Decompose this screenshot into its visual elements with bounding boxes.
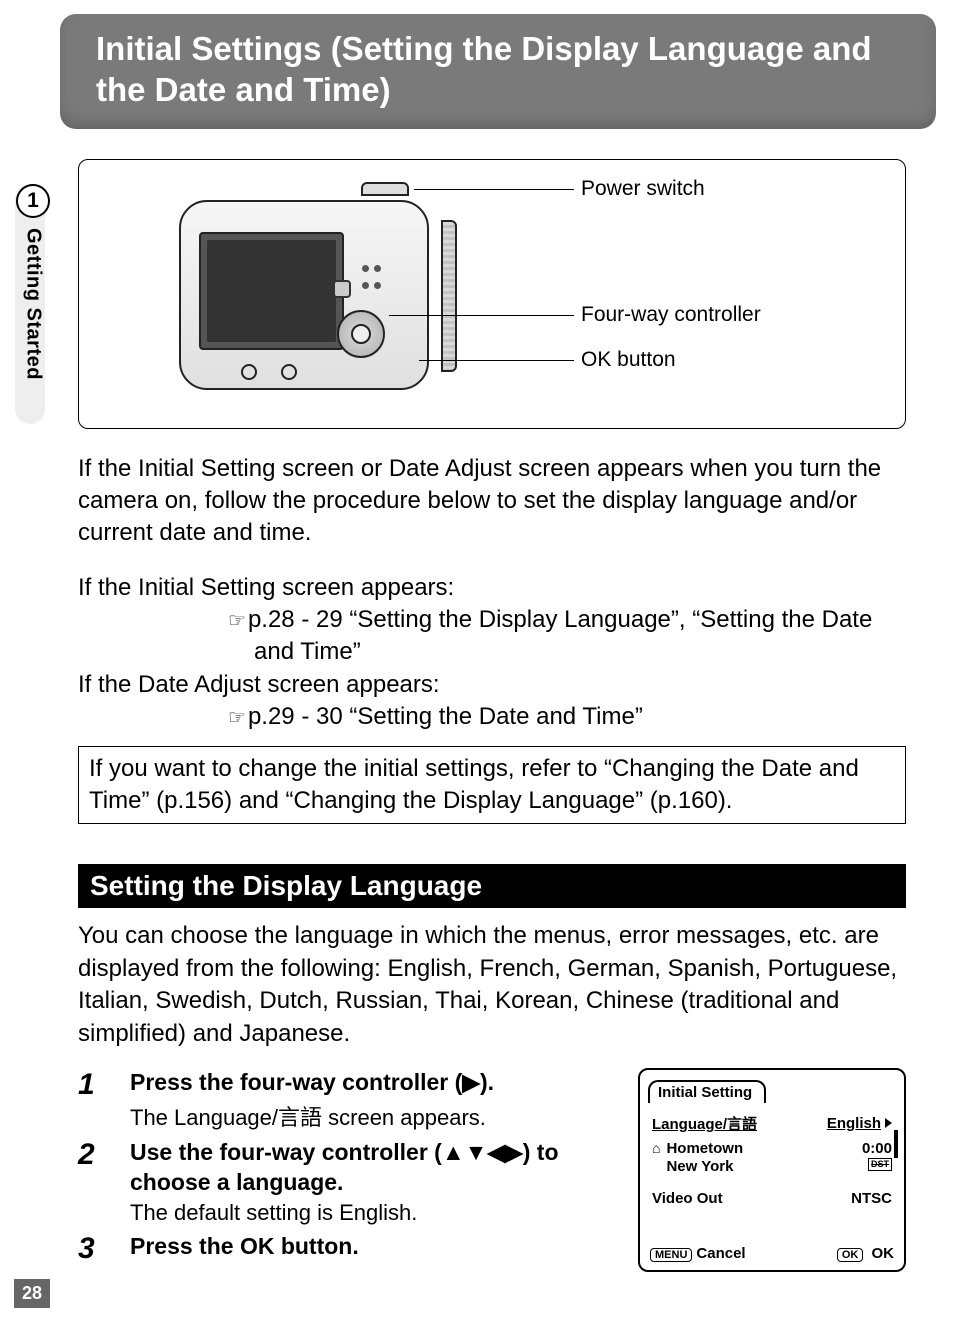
callout-ok-button: OK button — [581, 348, 676, 372]
four-way-controller-icon — [337, 310, 385, 358]
chapter-number-badge: 1 — [16, 184, 50, 218]
intro-if1: If the Initial Setting screen appears: — [78, 572, 906, 604]
home-icon: ⌂ — [652, 1140, 660, 1156]
reference-icon — [228, 606, 248, 633]
callout-line — [389, 315, 574, 316]
page-title: Initial Settings (Setting the Display La… — [96, 30, 872, 108]
camera-diagram: Power switch Four-way controller OK butt… — [78, 159, 906, 429]
step-number: 2 — [78, 1138, 106, 1226]
triangle-right-icon — [885, 1118, 892, 1128]
lcd-hometown-city: New York — [666, 1158, 743, 1176]
step-sub: The default setting is English. — [130, 1200, 620, 1226]
step-1: 1 Press the four-way controller (▶). The… — [78, 1068, 620, 1132]
lcd-screenshot: Initial Setting Language/言語 English ⌂ Ho… — [638, 1068, 906, 1272]
ok-button-icon: OK — [837, 1248, 864, 1262]
step-title: Press the OK button. — [130, 1232, 620, 1262]
intro-ref2: p.29 - 30 “Setting the Date and Time” — [228, 701, 906, 733]
lcd-video-label: Video Out — [652, 1190, 723, 1207]
lcd-hometown-time: 0:00 — [862, 1140, 892, 1158]
lcd-ok: OK OK — [837, 1245, 894, 1262]
note-box: If you want to change the initial settin… — [78, 746, 906, 825]
side-tab: 1 Getting Started — [12, 184, 54, 380]
step-title: Use the four-way controller (▲▼◀▶) to ch… — [130, 1138, 620, 1198]
lcd-hometown-label: Hometown — [666, 1140, 743, 1158]
intro-paragraph: If the Initial Setting screen or Date Ad… — [78, 453, 906, 550]
reference-icon — [228, 703, 248, 730]
callout-line — [419, 360, 574, 361]
intro-if2: If the Date Adjust screen appears: — [78, 669, 906, 701]
step-title: Press the four-way controller (▶). — [130, 1068, 620, 1098]
camera-illustration — [179, 190, 449, 400]
page-title-bar: Initial Settings (Setting the Display La… — [60, 14, 936, 129]
callout-line — [414, 189, 574, 190]
step-sub: The Language/言語 screen appears. — [130, 1100, 620, 1132]
lcd-language-label: Language/言語 — [652, 1113, 757, 1134]
step-number: 3 — [78, 1232, 106, 1266]
menu-button-icon: MENU — [650, 1248, 692, 1262]
lcd-language-value: English — [827, 1115, 892, 1132]
steps-area: 1 Press the four-way controller (▶). The… — [78, 1068, 906, 1272]
lcd-row-hometown: ⌂ Hometown New York 0:00 DST — [650, 1138, 894, 1176]
lcd-dst-badge: DST — [868, 1158, 892, 1171]
lcd-row-video: Video Out NTSC — [650, 1186, 894, 1211]
lcd-tab: Initial Setting — [648, 1080, 766, 1103]
lcd-row-language: Language/言語 English — [650, 1109, 894, 1138]
lcd-video-value: NTSC — [851, 1190, 892, 1207]
lcd-scroll-indicator — [894, 1130, 898, 1158]
step-2: 2 Use the four-way controller (▲▼◀▶) to … — [78, 1138, 620, 1226]
step-3: 3 Press the OK button. — [78, 1232, 620, 1266]
lcd-bottom-bar: MENUCancel OK OK — [650, 1245, 894, 1262]
step-number: 1 — [78, 1068, 106, 1132]
page-number: 28 — [14, 1279, 50, 1308]
callout-power-switch: Power switch — [581, 177, 705, 201]
section-heading: Setting the Display Language — [78, 864, 906, 908]
chapter-label: Getting Started — [22, 228, 45, 380]
intro-ref1: p.28 - 29 “Setting the Display Language”… — [228, 604, 906, 669]
lcd-cancel: MENUCancel — [650, 1245, 746, 1262]
callout-four-way: Four-way controller — [581, 303, 761, 327]
section-paragraph: You can choose the language in which the… — [78, 920, 906, 1050]
